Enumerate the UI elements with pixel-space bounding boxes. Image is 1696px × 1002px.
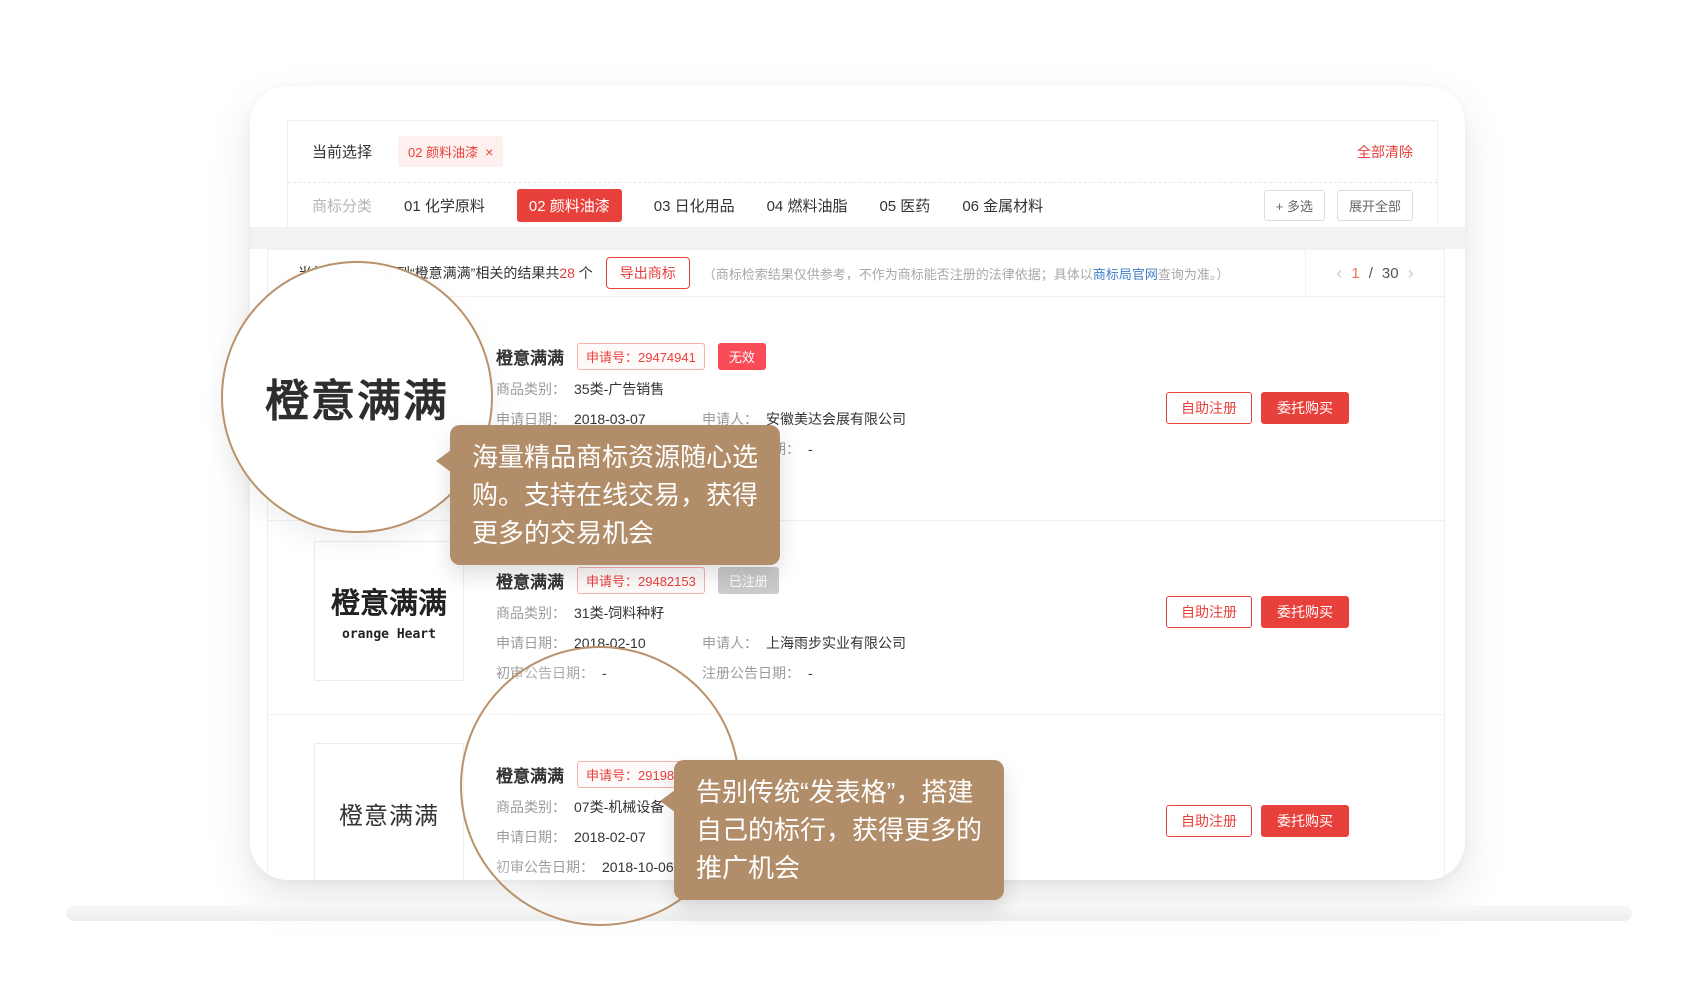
application-number-value: 29474941	[638, 350, 696, 365]
application-number-value: 29482153	[638, 574, 696, 589]
trademark-name: 橙意满满	[496, 568, 564, 593]
callout-bubble-promo: 告别传统“发表格”，搭建 自己的标行，获得更多的 推广机会	[674, 760, 1004, 900]
self-register-button[interactable]: 自助注册	[1166, 805, 1252, 837]
disclaimer-text: （商标检索结果仅供参考，不作为商标能否注册的法律依据；具体以商标局官网查询为准。…	[703, 264, 1230, 283]
trademark-image-subtext: orange Heart	[342, 627, 436, 642]
stage: 当前选择 02 颜料油漆 × 全部清除 商标分类 01 化学原料 02 颜料油漆…	[0, 0, 1696, 1002]
pagination-prev-icon[interactable]: ‹	[1336, 263, 1342, 284]
category-tab-02-selected[interactable]: 02 颜料油漆	[517, 189, 622, 222]
reg-date-label: 注册公告日期：	[702, 659, 800, 687]
category-tabs: 01 化学原料 02 颜料油漆 03 日化用品 04 燃料油脂 05 医药 06…	[404, 189, 1043, 222]
row-actions: 自助注册 委托购买	[1166, 805, 1349, 837]
trademark-title-line: 橙意满满 申请号：29474941 无效	[496, 343, 906, 369]
self-register-button[interactable]: 自助注册	[1166, 596, 1252, 628]
application-number-tag: 申请号：29474941	[577, 343, 705, 370]
trademark-image-text: 橙意满满	[331, 580, 447, 622]
clear-all-button[interactable]: 全部清除	[1357, 142, 1413, 162]
magnified-trademark-text: 橙意满满	[265, 365, 449, 429]
status-badge: 已注册	[718, 567, 779, 594]
applicant-label: 申请人：	[702, 629, 758, 657]
expand-all-button[interactable]: 展开全部	[1337, 190, 1413, 221]
category-line: 商品类别： 35类-广告销售	[496, 375, 906, 403]
reg-date-value: -	[808, 435, 813, 463]
application-number-label: 申请号：	[586, 350, 638, 365]
category-label: 商品类别：	[496, 375, 566, 403]
application-number-tag: 申请号：29482153	[577, 567, 705, 594]
remove-tag-icon[interactable]: ×	[485, 145, 493, 159]
status-badge: 无效	[718, 343, 766, 370]
category-bar-label: 商标分类	[312, 195, 372, 216]
reg-date-value: -	[808, 659, 813, 687]
trademark-image-text: 橙意满满	[339, 796, 439, 831]
category-value: 35类-广告销售	[574, 375, 664, 403]
trademark-office-link[interactable]: 商标局官网	[1093, 267, 1158, 282]
application-number-label: 申请号：	[586, 574, 638, 589]
row-actions: 自助注册 委托购买	[1166, 596, 1349, 628]
pagination-next-icon[interactable]: ›	[1408, 263, 1414, 284]
selected-filter-tag-label: 02 颜料油漆	[408, 142, 478, 161]
trademark-image-box: 橙意满满	[314, 743, 464, 880]
selected-filter-tag[interactable]: 02 颜料油漆 ×	[398, 136, 503, 167]
category-label: 商品类别：	[496, 599, 566, 627]
category-row: 商标分类 01 化学原料 02 颜料油漆 03 日化用品 04 燃料油脂 05 …	[288, 183, 1437, 227]
category-tools: + 多选 展开全部	[1264, 190, 1413, 221]
pagination-current-page: 1	[1351, 265, 1359, 282]
trademark-title-line: 橙意满满 申请号：29482153 已注册	[496, 567, 906, 593]
disclaimer-post: 查询为准。）	[1158, 267, 1230, 282]
trademark-result-row: 橙意满满 orange Heart 橙意满满 申请号：29482153 已注册 …	[268, 521, 1444, 715]
pagination-separator: /	[1369, 265, 1373, 282]
category-value: 31类-饲料种籽	[574, 599, 664, 627]
laptop-base-bar	[66, 905, 1632, 921]
filter-card: 当前选择 02 颜料油漆 × 全部清除 商标分类 01 化学原料 02 颜料油漆…	[287, 120, 1438, 228]
entrust-purchase-button[interactable]: 委托购买	[1261, 392, 1349, 424]
category-tab-03[interactable]: 03 日化用品	[654, 195, 735, 216]
results-header: 当前分类下检索到“橙意满满”相关的结果共28 个 导出商标 （商标检索结果仅供参…	[268, 250, 1444, 297]
row-actions: 自助注册 委托购买	[1166, 392, 1349, 424]
self-register-button[interactable]: 自助注册	[1166, 392, 1252, 424]
applicant-value: 上海雨步实业有限公司	[766, 629, 906, 657]
multi-select-button[interactable]: + 多选	[1264, 190, 1325, 221]
results-count: 28	[559, 265, 575, 281]
applicant-value: 安徽美达会展有限公司	[766, 405, 906, 433]
category-tab-05[interactable]: 05 医药	[879, 195, 930, 216]
pagination: ‹ 1 / 30 ›	[1305, 250, 1444, 296]
entrust-purchase-button[interactable]: 委托购买	[1261, 805, 1349, 837]
callout-bubble-trade: 海量精品商标资源随心选 购。支持在线交易，获得 更多的交易机会	[450, 425, 780, 565]
pagination-total-pages: 30	[1382, 265, 1399, 282]
export-trademarks-button[interactable]: 导出商标	[606, 257, 690, 289]
results-count-unit: 个	[575, 265, 593, 281]
category-tab-04[interactable]: 04 燃料油脂	[767, 195, 848, 216]
trademark-image-box: 橙意满满 orange Heart	[314, 541, 464, 681]
current-selection-label: 当前选择	[312, 141, 372, 162]
disclaimer-pre: （商标检索结果仅供参考，不作为商标能否注册的法律依据；具体以	[703, 267, 1093, 282]
current-selection-row: 当前选择 02 颜料油漆 × 全部清除	[288, 121, 1437, 183]
section-divider	[250, 227, 1465, 249]
trademark-name: 橙意满满	[496, 344, 564, 369]
category-line: 商品类别： 31类-饲料种籽	[496, 599, 906, 627]
category-tab-01[interactable]: 01 化学原料	[404, 195, 485, 216]
category-tab-06[interactable]: 06 金属材料	[962, 195, 1043, 216]
entrust-purchase-button[interactable]: 委托购买	[1261, 596, 1349, 628]
